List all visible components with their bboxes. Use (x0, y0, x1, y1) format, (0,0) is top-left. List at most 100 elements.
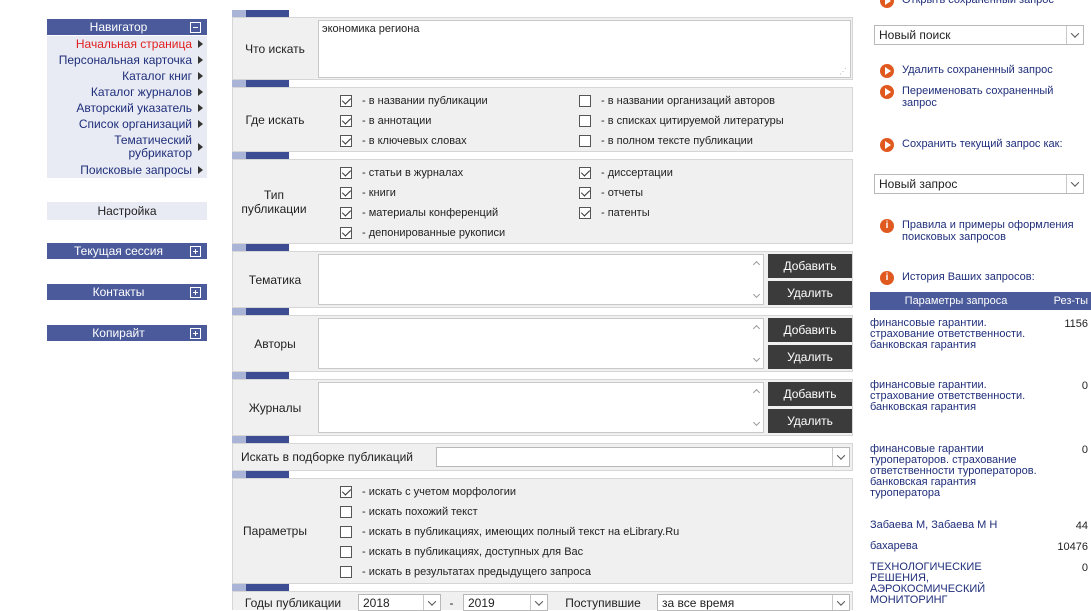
journals-list[interactable] (318, 382, 764, 433)
scroll-up-icon[interactable] (752, 388, 760, 397)
checkbox[interactable] (340, 115, 352, 127)
checkbox[interactable] (579, 207, 591, 219)
history-row[interactable]: Забаева М, Забаева М Н 44 (870, 520, 1091, 533)
checkbox[interactable] (340, 526, 352, 538)
chevron-down-icon[interactable] (1066, 175, 1083, 193)
nav-item-home[interactable]: Начальная страница (47, 36, 207, 52)
where-option[interactable]: - в названии организаций авторов (579, 95, 775, 107)
nav-item-author-index[interactable]: Авторский указатель (47, 100, 207, 116)
history-row[interactable]: бахарева 10476 (870, 541, 1091, 554)
nav-item-rubricator[interactable]: Тематический рубрикатор (47, 132, 207, 162)
history-row[interactable]: ТЕХНОЛОГИЧЕСКИЕ РЕШЕНИЯ, АЭРОКОСМИЧЕСКИЙ… (870, 562, 1091, 606)
nav-item-setup[interactable]: Настройка (47, 202, 207, 220)
where-option[interactable]: - в ключевых словах (340, 135, 467, 147)
where-option[interactable]: - в названии публикации (340, 95, 488, 107)
type-option[interactable]: - депонированные рукописи (340, 227, 505, 239)
type-option[interactable]: - статьи в журналах (340, 167, 463, 179)
collection-select[interactable] (436, 447, 850, 467)
checkbox[interactable] (340, 506, 352, 518)
collapse-icon[interactable] (190, 21, 201, 33)
what-input[interactable]: экономика региона ⋰ (318, 20, 851, 78)
history-row[interactable]: финансовые гарантии туроператоров. страх… (870, 444, 1091, 499)
history-row[interactable]: финансовые гарантии. страхование ответст… (870, 380, 1091, 413)
params-option[interactable]: - искать похожий текст (340, 506, 478, 518)
expand-icon[interactable] (190, 245, 201, 257)
nav-item-personal-card[interactable]: Персональная карточка (47, 52, 207, 68)
params-option[interactable]: - искать в результатах предыдущего запро… (340, 566, 591, 578)
scroll-up-icon[interactable] (752, 260, 760, 269)
checkbox[interactable] (340, 95, 352, 107)
authors-delete-button[interactable]: Удалить (768, 345, 852, 369)
navigator-header[interactable]: Навигатор (47, 19, 207, 35)
year-to-select[interactable]: 2019 (463, 594, 548, 611)
scroll-down-icon[interactable] (752, 290, 760, 299)
checkbox[interactable] (579, 135, 591, 147)
checkbox[interactable] (340, 207, 352, 219)
chevron-down-icon[interactable] (832, 595, 849, 610)
checkbox[interactable] (579, 167, 591, 179)
contacts-header[interactable]: Контакты (47, 284, 207, 300)
expand-icon[interactable] (190, 286, 201, 298)
topic-list[interactable] (318, 254, 764, 305)
checkbox[interactable] (340, 135, 352, 147)
params-option[interactable]: - искать с учетом морфологии (340, 486, 516, 498)
chevron-down-icon[interactable] (530, 595, 547, 610)
scroll-down-icon[interactable] (752, 354, 760, 363)
scrollbar[interactable] (749, 383, 763, 432)
type-option[interactable]: - книги (340, 187, 396, 199)
params-option[interactable]: - искать в публикациях, имеющих полный т… (340, 526, 679, 538)
resize-grip-icon[interactable]: ⋰ (839, 67, 847, 76)
nav-item-book-catalog[interactable]: Каталог книг (47, 68, 207, 84)
arrow-right-icon (198, 56, 203, 64)
save-current-query-link[interactable]: Сохранить текущий запрос как: (880, 138, 1080, 152)
navigator-title: Навигатор (89, 20, 148, 34)
authors-add-button[interactable]: Добавить (768, 318, 852, 342)
journals-add-button[interactable]: Добавить (768, 382, 852, 406)
copyright-header[interactable]: Копирайт (47, 325, 207, 341)
checkbox[interactable] (579, 95, 591, 107)
nav-item-organizations[interactable]: Список организаций (47, 116, 207, 132)
delete-saved-query-link[interactable]: Удалить сохраненный запрос (880, 64, 1053, 78)
link-label: Удалить сохраненный запрос (902, 64, 1053, 76)
checkbox[interactable] (579, 187, 591, 199)
session-header[interactable]: Текущая сессия (47, 243, 207, 259)
scroll-down-icon[interactable] (752, 418, 760, 427)
checkbox[interactable] (340, 486, 352, 498)
nav-item-journal-catalog[interactable]: Каталог журналов (47, 84, 207, 100)
checkbox[interactable] (579, 115, 591, 127)
saved-query-select[interactable]: Новый поиск (874, 25, 1084, 45)
history-row[interactable]: финансовые гарантии. страхование ответст… (870, 318, 1091, 351)
scrollbar[interactable] (749, 255, 763, 304)
type-option[interactable]: - патенты (579, 207, 650, 219)
scrollbar[interactable] (749, 319, 763, 368)
topic-add-button[interactable]: Добавить (768, 254, 852, 278)
nav-item-search-queries[interactable]: Поисковые запросы (47, 162, 207, 178)
chevron-down-icon[interactable] (423, 595, 440, 610)
checkbox[interactable] (340, 227, 352, 239)
open-saved-query-link[interactable]: Открыть сохраненный запрос (880, 0, 1054, 8)
option-label: - искать похожий текст (362, 506, 478, 518)
rules-link[interactable]: Правила и примеры оформления поисковых з… (880, 219, 1090, 243)
checkbox[interactable] (340, 167, 352, 179)
type-option[interactable]: - материалы конференций (340, 207, 498, 219)
expand-icon[interactable] (190, 327, 201, 339)
type-option[interactable]: - отчеты (579, 187, 643, 199)
rename-saved-query-link[interactable]: Переименовать сохраненный запрос (880, 85, 1085, 109)
where-option[interactable]: - в списках цитируемой литературы (579, 115, 784, 127)
journals-delete-button[interactable]: Удалить (768, 409, 852, 433)
chevron-down-icon[interactable] (1066, 26, 1083, 44)
where-option[interactable]: - в полном тексте публикации (579, 135, 753, 147)
checkbox[interactable] (340, 566, 352, 578)
received-select[interactable]: за все время (657, 594, 850, 611)
scroll-up-icon[interactable] (752, 324, 760, 333)
new-query-select[interactable]: Новый запрос (874, 174, 1084, 194)
year-from-select[interactable]: 2018 (358, 594, 441, 611)
type-option[interactable]: - диссертации (579, 167, 673, 179)
params-option[interactable]: - искать в публикациях, доступных для Ва… (340, 546, 583, 558)
chevron-down-icon[interactable] (832, 448, 849, 466)
checkbox[interactable] (340, 546, 352, 558)
checkbox[interactable] (340, 187, 352, 199)
topic-delete-button[interactable]: Удалить (768, 281, 852, 305)
where-option[interactable]: - в аннотации (340, 115, 431, 127)
authors-list[interactable] (318, 318, 764, 369)
